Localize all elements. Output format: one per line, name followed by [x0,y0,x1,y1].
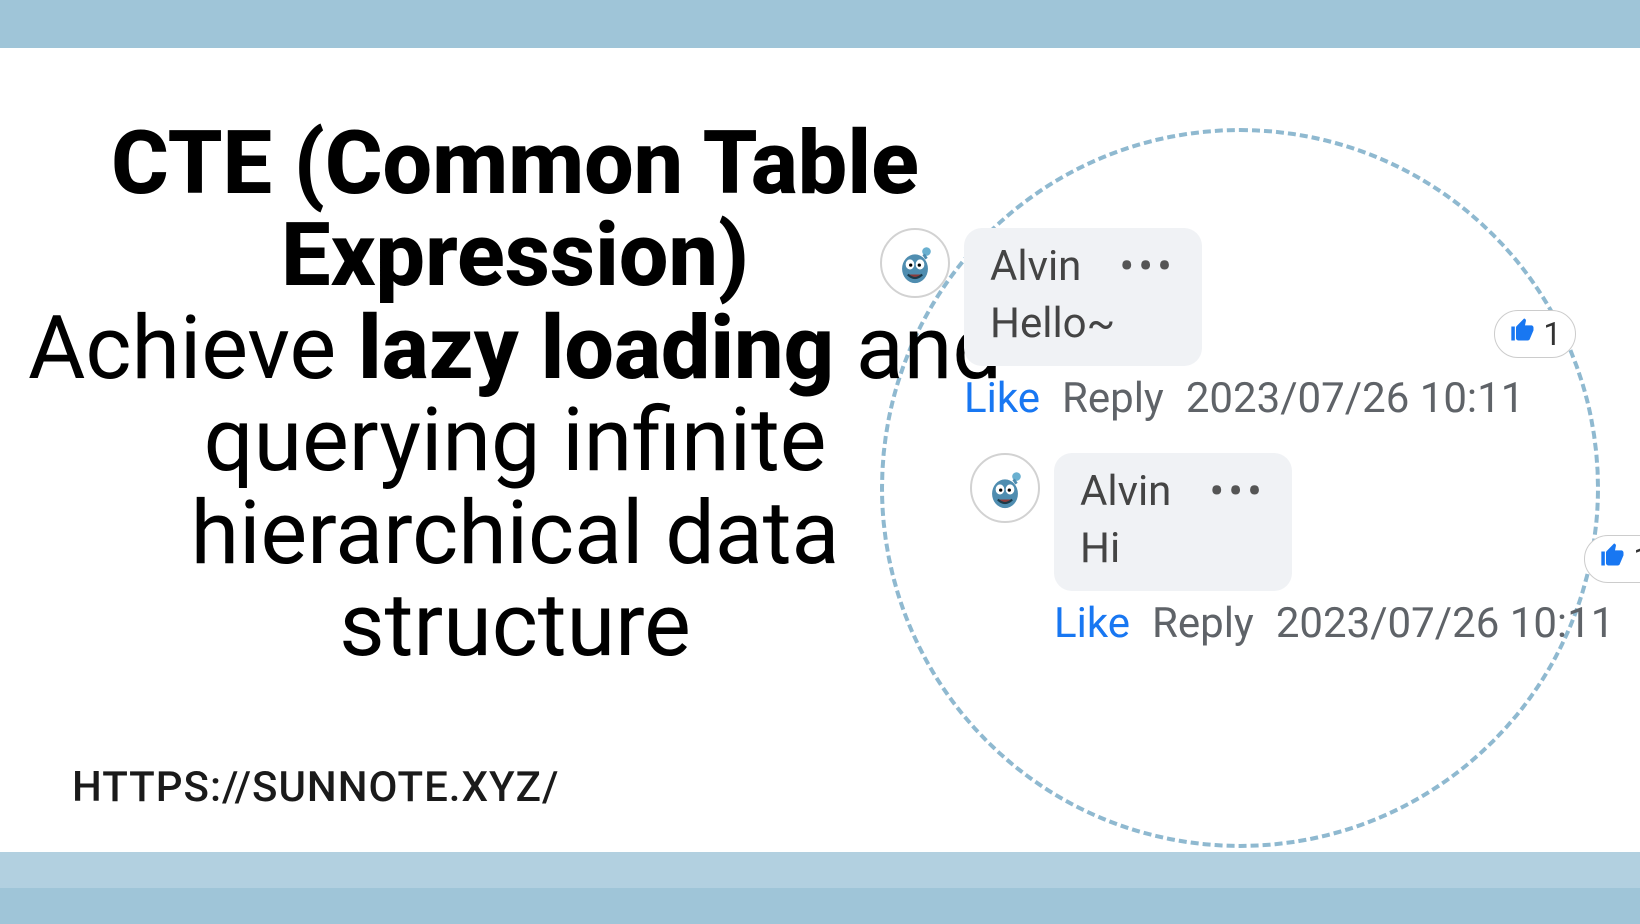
creature-icon [892,240,938,286]
reply-button[interactable]: Reply [1062,374,1164,423]
like-count-pill[interactable]: 1 [1584,535,1640,583]
comment-message: Hello~ [990,299,1176,348]
like-count: 1 [1543,315,1561,353]
creature-icon [982,465,1028,511]
like-count-pill[interactable]: 1 [1494,310,1576,358]
comment-timestamp: 2023/07/26 10:11 [1276,599,1615,648]
slide-content: CTE (Common Table Expression) Achieve la… [0,48,1640,852]
comment: Alvin ••• Hi 1 Like Reply 2 [970,453,1614,648]
thumb-up-icon [1509,316,1537,352]
like-button[interactable]: Like [1054,599,1130,648]
comment: Alvin ••• Hello~ 1 Like Reply [880,228,1614,423]
comment-username: Alvin [1080,467,1171,516]
bottom-decor-bar [0,852,1640,924]
comment-bubble: Alvin ••• Hello~ [964,228,1202,366]
comments-panel: Alvin ••• Hello~ 1 Like Reply [880,228,1614,678]
comment-actions: Like Reply 2023/07/26 10:11 [1054,599,1614,648]
reply-button[interactable]: Reply [1152,599,1254,648]
comment-username: Alvin [990,242,1081,291]
avatar [880,228,950,298]
comment-timestamp: 2023/07/26 10:11 [1186,374,1525,423]
avatar [970,453,1040,523]
title-bold-lazy: lazy loading [358,297,834,400]
site-url: HTTPS://SUNNOTE.XYZ/ [72,763,559,812]
like-button[interactable]: Like [964,374,1040,423]
slide-title: CTE (Common Table Expression) Achieve la… [20,118,1010,672]
thumb-up-icon [1599,541,1627,577]
comment-bubble: Alvin ••• Hi [1054,453,1292,591]
like-count: 1 [1633,540,1640,578]
title-plain-achieve: Achieve [28,297,358,400]
more-icon[interactable]: ••• [1119,253,1176,279]
top-decor-bar [0,0,1640,48]
comment-actions: Like Reply 2023/07/26 10:11 [964,374,1524,423]
title-bold-cte: CTE (Common Table Expression) [111,112,919,307]
more-icon[interactable]: ••• [1209,478,1266,504]
comment-message: Hi [1080,524,1266,573]
